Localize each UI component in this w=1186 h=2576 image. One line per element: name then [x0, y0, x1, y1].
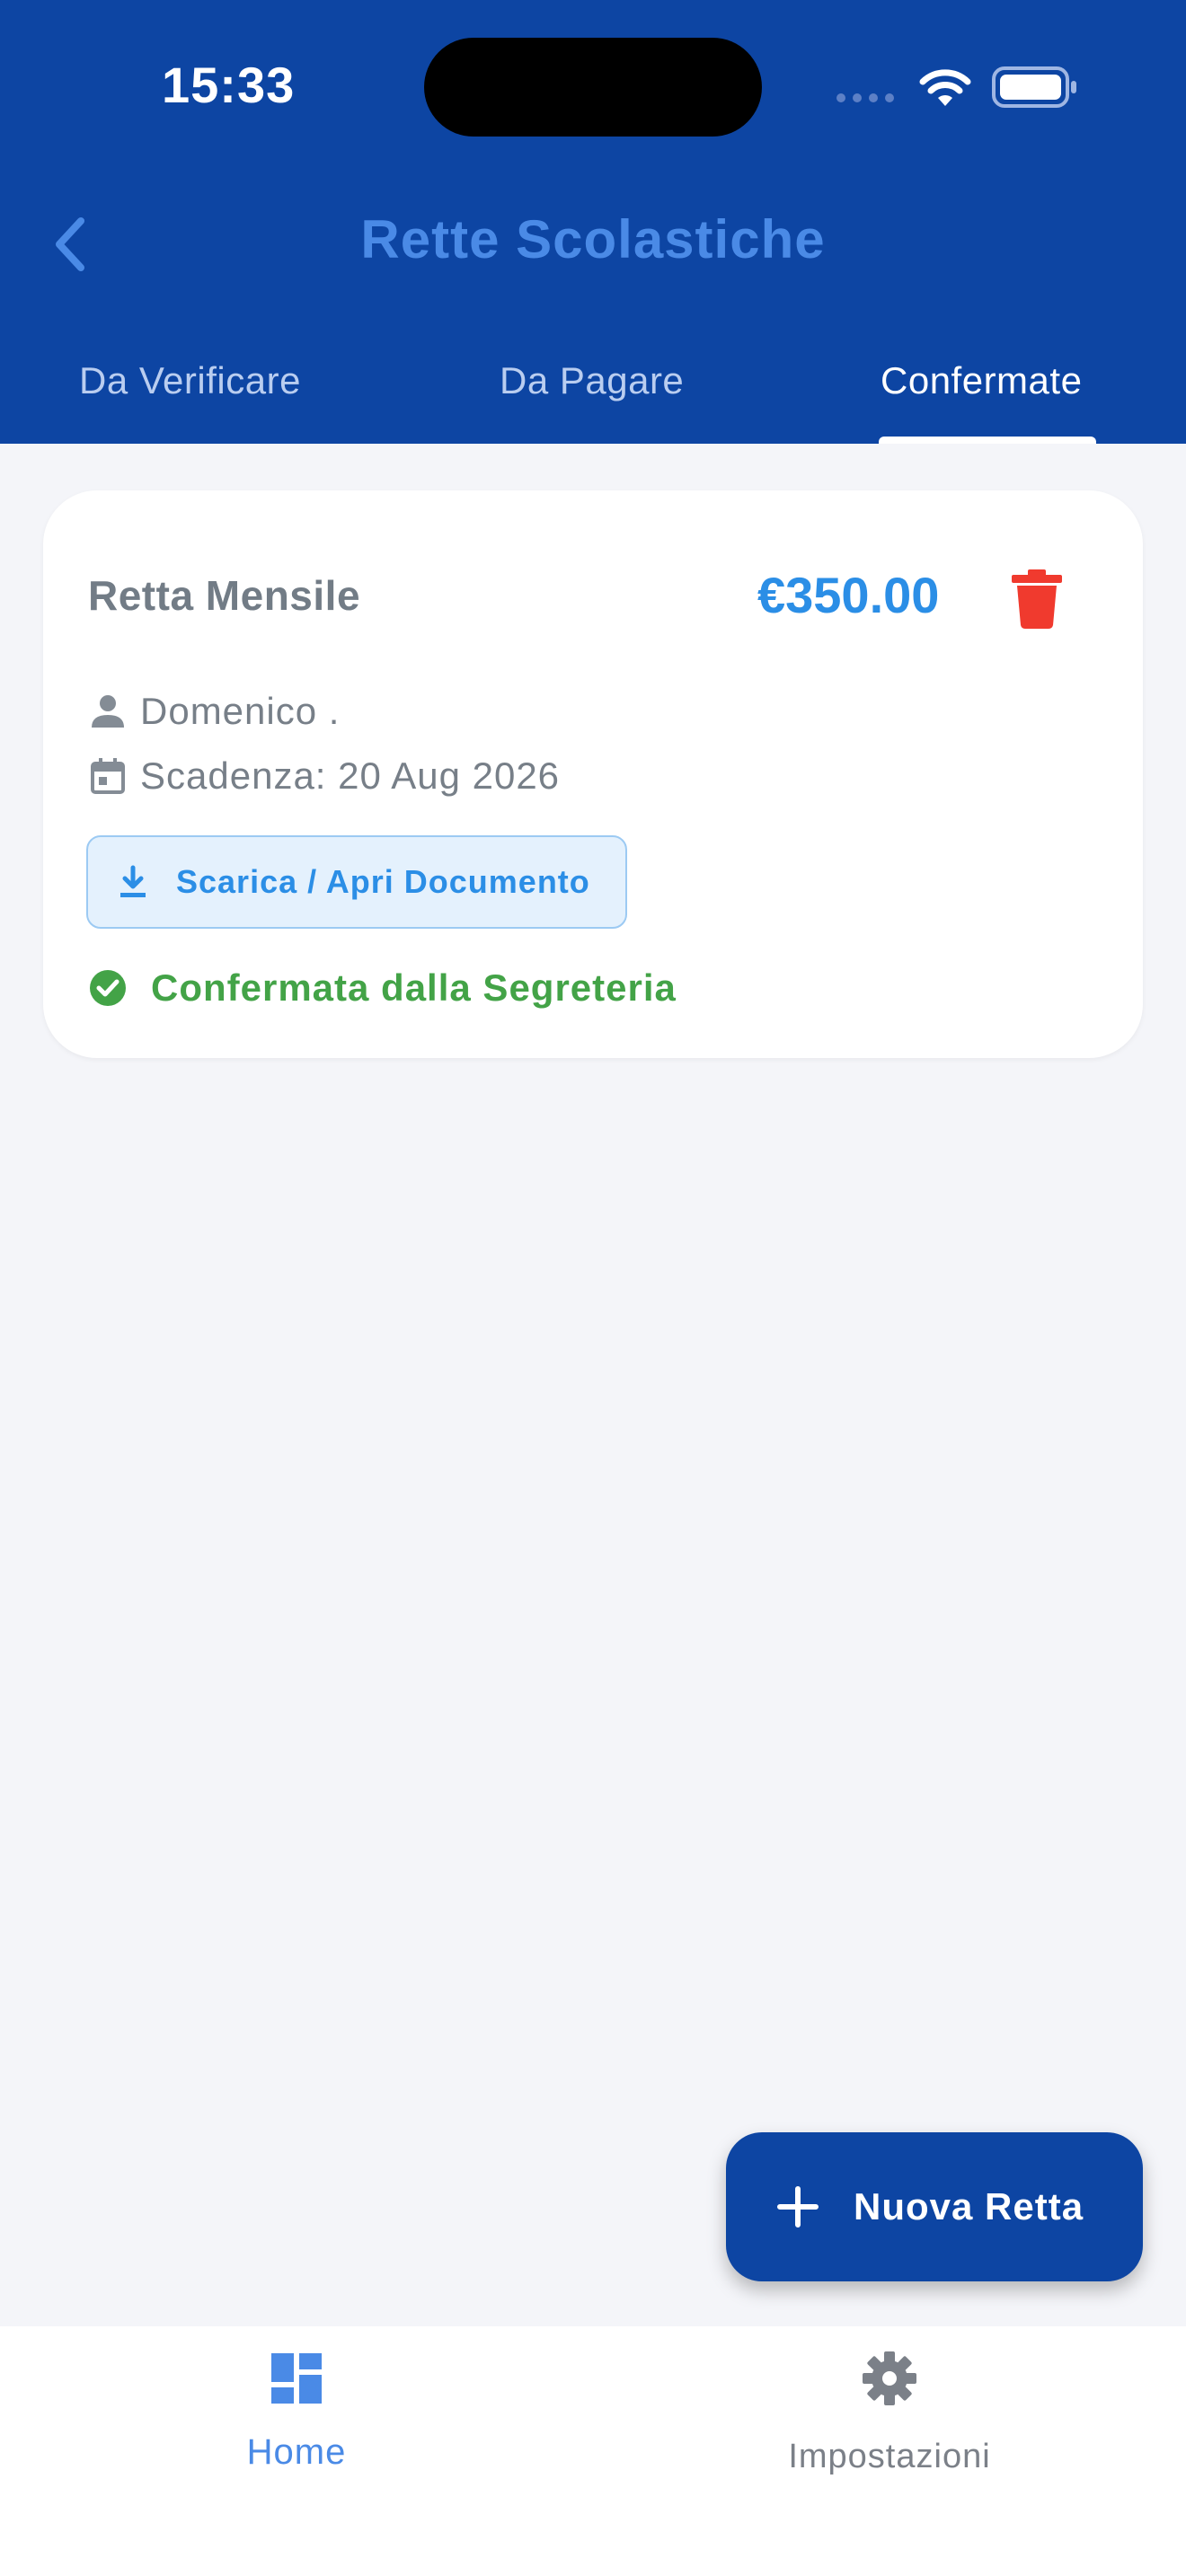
- app-header: 15:33 Rette Scolastiche Da Verificare Da…: [0, 0, 1186, 444]
- check-circle-icon: [90, 970, 126, 1006]
- student-row: Domenico .: [88, 690, 340, 733]
- wifi-icon: [919, 69, 971, 106]
- status-icons: [836, 63, 1087, 113]
- bottom-navigation: Home Impostazioni: [0, 2326, 1186, 2576]
- new-fee-label: Nuova Retta: [854, 2185, 1084, 2228]
- page-title: Rette Scolastiche: [360, 209, 826, 269]
- download-document-button[interactable]: Scarica / Apri Documento: [86, 835, 627, 929]
- gear-icon: [863, 2351, 916, 2405]
- active-tab-indicator: [879, 437, 1096, 444]
- download-icon: [120, 865, 146, 897]
- nav-settings[interactable]: Impostazioni: [593, 2326, 1186, 2506]
- nav-home[interactable]: Home: [0, 2326, 593, 2506]
- tab-bar: Da Verificare Da Pagare Confermate: [0, 341, 1186, 444]
- tab-da-pagare[interactable]: Da Pagare: [500, 359, 684, 402]
- tab-da-verificare[interactable]: Da Verificare: [79, 359, 301, 402]
- confirmation-label: Confermata dalla Segreteria: [151, 966, 677, 1009]
- nav-home-label: Home: [246, 2432, 347, 2472]
- new-fee-button[interactable]: Nuova Retta: [726, 2132, 1143, 2281]
- nav-settings-label: Impostazioni: [788, 2438, 991, 2475]
- person-icon: [92, 695, 124, 728]
- tab-confermate[interactable]: Confermate: [881, 359, 1082, 402]
- status-time: 15:33: [162, 57, 296, 113]
- plus-icon: [777, 2186, 819, 2228]
- fee-amount: €350.00: [757, 567, 940, 623]
- calendar-icon: [91, 758, 125, 794]
- student-name: Domenico .: [140, 690, 341, 732]
- dynamic-island: [424, 38, 762, 137]
- signal-icon: [836, 93, 894, 102]
- due-date-row: Scadenza: 20 Aug 2026: [88, 754, 560, 798]
- fee-title: Retta Mensile: [88, 572, 361, 619]
- battery-icon: [992, 66, 1076, 108]
- trash-icon: [1012, 569, 1062, 629]
- dashboard-icon: [271, 2353, 322, 2404]
- fee-card: Retta Mensile €350.00 Domenico . Scadenz…: [43, 490, 1143, 1058]
- delete-button[interactable]: [1010, 569, 1064, 629]
- confirmation-status: Confermata dalla Segreteria: [88, 966, 677, 1010]
- due-date: Scadenza: 20 Aug 2026: [140, 754, 561, 797]
- download-document-label: Scarica / Apri Documento: [176, 863, 590, 900]
